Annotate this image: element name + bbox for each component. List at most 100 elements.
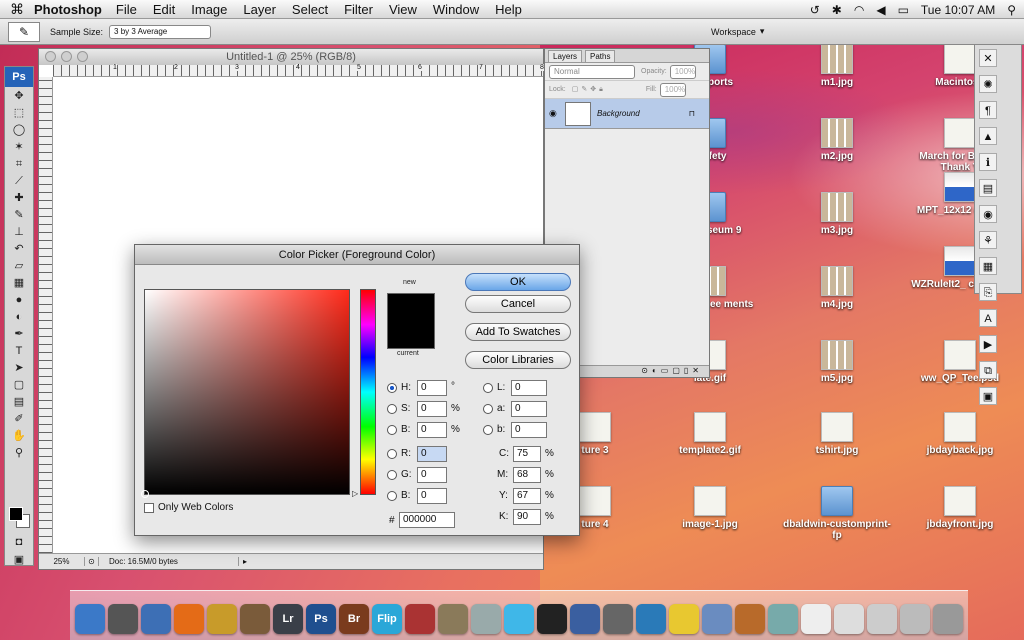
sample-size-select[interactable]: 3 by 3 Average — [109, 24, 212, 39]
status-menu-arrow-icon[interactable]: ▸ — [239, 557, 251, 566]
paragraph-icon[interactable]: ¶ — [979, 101, 997, 119]
keynote-icon[interactable] — [735, 604, 765, 634]
marquee-tool-icon[interactable]: ⬚ — [10, 106, 28, 121]
zoom-tool-icon[interactable]: ⚲ — [10, 446, 28, 461]
menu-select[interactable]: Select — [292, 2, 328, 17]
path-select-tool-icon[interactable]: ➤ — [10, 361, 28, 376]
character-icon[interactable]: A — [979, 309, 997, 327]
apple-menu-icon[interactable]: ⌘ — [0, 1, 34, 18]
printer-icon[interactable] — [603, 604, 633, 634]
menu-file[interactable]: File — [116, 2, 137, 17]
docs-icon[interactable] — [801, 604, 831, 634]
a-field[interactable]: 0 — [511, 401, 547, 417]
layer-row[interactable]: ◉ Background ⊓ — [545, 99, 709, 129]
actions-icon[interactable]: ▶ — [979, 335, 997, 353]
h-radio[interactable] — [387, 383, 397, 393]
timemachine-icon[interactable] — [636, 604, 666, 634]
brightness-radio[interactable] — [387, 425, 397, 435]
desktop-icon[interactable]: m2.jpg — [782, 118, 892, 162]
desktop-icon[interactable]: image-1.jpg — [655, 486, 765, 530]
menu-window[interactable]: Window — [433, 2, 479, 17]
l-radio[interactable] — [483, 383, 493, 393]
desktop-icon[interactable]: m4.jpg — [782, 266, 892, 310]
network-icon[interactable] — [702, 604, 732, 634]
cancel-button[interactable]: Cancel — [465, 295, 571, 313]
mail-icon[interactable] — [141, 604, 171, 634]
blue-radio[interactable] — [387, 491, 397, 501]
eraser-tool-icon[interactable]: ▱ — [10, 259, 28, 274]
dodge-tool-icon[interactable]: ◐ — [10, 310, 28, 325]
cd-icon[interactable] — [471, 604, 501, 634]
menu-image[interactable]: Image — [191, 2, 227, 17]
color-libraries-button[interactable]: Color Libraries — [465, 351, 571, 369]
foreground-color-swatch[interactable] — [9, 507, 23, 521]
desktop-icon[interactable]: jbdayfront.jpg — [905, 486, 1015, 530]
desktop-icon[interactable]: m3.jpg — [782, 192, 892, 236]
desktop-icon[interactable]: template2.gif — [655, 412, 765, 456]
s-radio[interactable] — [387, 404, 397, 414]
color-field[interactable] — [141, 289, 350, 498]
only-web-colors-checkbox[interactable] — [144, 503, 154, 513]
tab-layers[interactable]: Layers — [548, 50, 583, 62]
styles-icon[interactable]: ▦ — [979, 257, 997, 275]
brightness-field[interactable]: 0 — [417, 422, 447, 438]
blur-tool-icon[interactable]: ● — [10, 293, 28, 308]
lab-b-radio[interactable] — [483, 425, 493, 435]
gradient-tool-icon[interactable]: ▦ — [10, 276, 28, 291]
brushes-icon[interactable]: ⚘ — [979, 231, 997, 249]
info-icon[interactable]: ℹ — [979, 153, 997, 171]
notes-tool-icon[interactable]: ▤ — [10, 395, 28, 410]
dashboard-icon[interactable] — [108, 604, 138, 634]
blend-mode-select[interactable]: Normal — [549, 64, 635, 79]
time-machine-icon[interactable]: ↺ — [810, 3, 820, 17]
r-field[interactable]: 0 — [417, 446, 447, 462]
clone-source-icon[interactable]: ⎘ — [979, 283, 997, 301]
quick-mask-icon[interactable]: ◘ — [10, 535, 28, 550]
slice-tool-icon[interactable]: ⟋ — [10, 174, 28, 189]
eyedropper-preset-icon[interactable]: ✎ — [8, 21, 40, 42]
layer-comps-icon[interactable]: ▣ — [979, 387, 997, 405]
hex-field[interactable]: 000000 — [399, 512, 455, 528]
menu-layer[interactable]: Layer — [243, 2, 276, 17]
imovie-icon[interactable] — [537, 604, 567, 634]
screen-mode-icon[interactable]: ▣ — [10, 553, 28, 568]
g-field[interactable]: 0 — [417, 467, 447, 483]
battery-icon[interactable]: ▭ — [898, 3, 909, 17]
histogram-icon[interactable]: ▲ — [979, 127, 997, 145]
desktop-icon[interactable]: jbdayback.jpg — [905, 412, 1015, 456]
zoom-level[interactable]: 25% — [39, 557, 85, 566]
document-titlebar[interactable]: Untitled-1 @ 25% (RGB/8) — [39, 49, 543, 65]
wifi-icon[interactable]: ◠ — [854, 3, 864, 17]
swatches-icon[interactable]: ◉ — [979, 205, 997, 223]
firefox-icon[interactable] — [174, 604, 204, 634]
r-radio[interactable] — [387, 449, 397, 459]
crop-tool-icon[interactable]: ⌗ — [10, 157, 28, 172]
hue-slider-arrow-icon[interactable]: ▷ — [352, 489, 358, 498]
desktop-icon[interactable]: tshirt.jpg — [782, 412, 892, 456]
pen-tool-icon[interactable]: ✒ — [10, 327, 28, 342]
menu-help[interactable]: Help — [495, 2, 522, 17]
fill-field[interactable]: 100% — [659, 82, 686, 97]
hue-slider[interactable] — [360, 289, 376, 495]
history-icon[interactable]: ⧉ — [979, 361, 997, 379]
magic-wand-tool-icon[interactable]: ✶ — [10, 140, 28, 155]
brush-tool-icon[interactable]: ✎ — [10, 208, 28, 223]
status-icon[interactable]: ⊙ — [85, 557, 99, 566]
eye-icon[interactable]: ◉ — [549, 108, 557, 119]
add-to-swatches-button[interactable]: Add To Swatches — [465, 323, 571, 341]
lab-b-field[interactable]: 0 — [511, 422, 547, 438]
photobooth-icon[interactable] — [405, 604, 435, 634]
itunes-icon[interactable] — [504, 604, 534, 634]
navigator-icon[interactable]: ✺ — [979, 75, 997, 93]
cyberduck-icon[interactable] — [669, 604, 699, 634]
healing-tool-icon[interactable]: ✚ — [10, 191, 28, 206]
ichat-icon[interactable] — [207, 604, 237, 634]
k-field[interactable]: 90 — [513, 509, 541, 525]
opacity-field[interactable]: 100% — [669, 64, 696, 79]
ok-button[interactable]: OK — [465, 273, 571, 291]
tools-panel-icon[interactable]: ✕ — [979, 49, 997, 67]
bridge-icon[interactable]: Br — [339, 604, 369, 634]
app-menu[interactable]: Photoshop — [34, 2, 102, 17]
c-field[interactable]: 75 — [513, 446, 541, 462]
desktop-icon[interactable]: m1.jpg — [782, 44, 892, 88]
